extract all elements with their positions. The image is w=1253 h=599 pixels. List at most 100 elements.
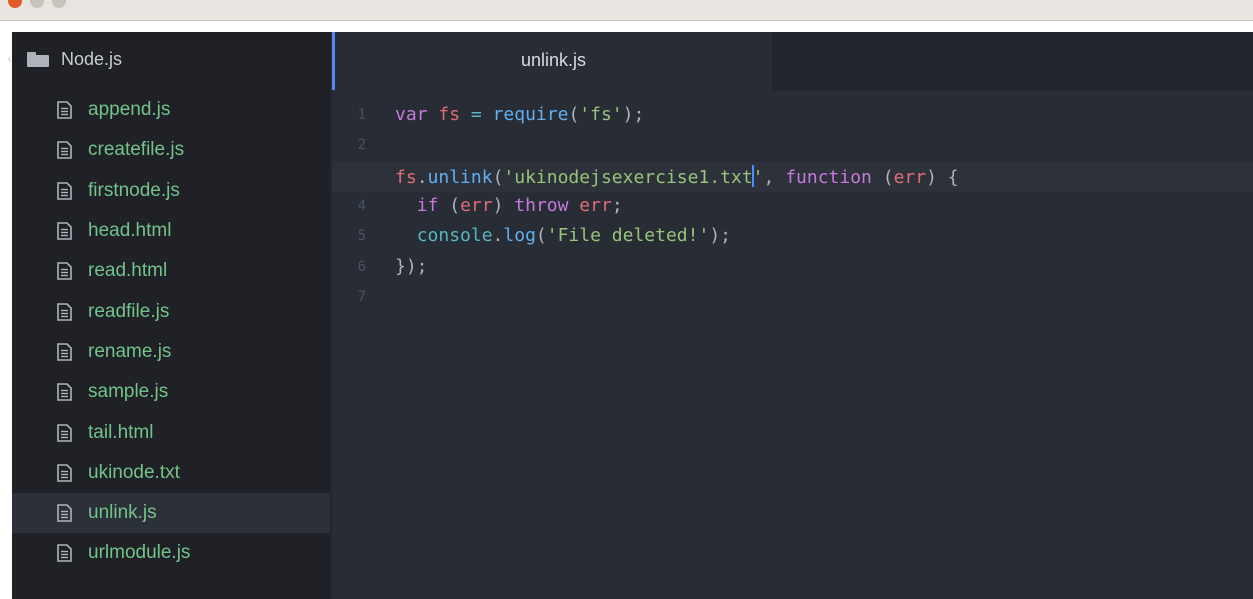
sidebar-file-item[interactable]: append.js [12, 90, 330, 130]
code-token: ( [438, 194, 461, 216]
code-line[interactable]: fs.unlink('ukinodejsexercise1.txt', func… [395, 164, 959, 188]
code-token: ' [752, 166, 764, 188]
file-label: firstnode.js [88, 179, 180, 201]
sidebar-file-item[interactable]: urlmodule.js [12, 533, 330, 573]
editor-pane: unlink.js 1234567 var fs = require('fs')… [332, 32, 1253, 599]
line-number: 7 [357, 288, 366, 305]
tab-bar: unlink.js [332, 32, 1253, 90]
line-number: 4 [357, 197, 366, 214]
sidebar-file-item[interactable]: rename.js [12, 332, 330, 372]
code-token: 'File deleted!' [546, 225, 710, 247]
file-text-icon [57, 544, 72, 563]
tree-view-sidebar: ‹ Node.js append.js createfile.js firstnod… [7, 32, 330, 599]
code-token: 'ukinodejsexercise1.txt [503, 166, 753, 188]
code-token: }); [395, 255, 428, 277]
file-label: tail.html [88, 421, 154, 443]
file-list: append.js createfile.js firstnode.js head.h… [12, 90, 330, 574]
file-label: rename.js [88, 340, 172, 362]
project-folder[interactable]: ‹ Node.js [7, 46, 330, 72]
minimize-window-button[interactable] [30, 0, 44, 8]
editor-app: ‹ Node.js append.js createfile.js firstnod… [7, 32, 1253, 599]
file-text-icon [57, 383, 72, 402]
file-text-icon [57, 504, 72, 522]
sidebar-file-item[interactable]: unlink.js [12, 492, 330, 534]
maximize-window-button[interactable] [52, 0, 66, 8]
code-token: . [416, 166, 428, 188]
file-text-icon [57, 343, 72, 361]
code-line[interactable]: console.log('File deleted!'); [395, 225, 731, 246]
sidebar-file-item[interactable]: ukinode.txt [12, 453, 330, 493]
code-token: ( [568, 104, 580, 125]
file-label: urlmodule.js [88, 542, 191, 564]
file-text-icon [57, 222, 72, 240]
chevron-down-icon[interactable]: ‹ [7, 52, 23, 66]
code-token: function [785, 166, 872, 188]
folder-icon [27, 51, 49, 67]
file-label: createfile.js [88, 139, 185, 161]
code-token: throw [514, 194, 569, 216]
code-token: fs [395, 166, 417, 188]
code-token: ( [492, 166, 504, 188]
file-text-icon [57, 464, 72, 482]
code-token: err [893, 166, 927, 188]
code-token: = [470, 104, 482, 125]
code-line[interactable]: if (err) throw err; [395, 195, 623, 216]
code-token: require [492, 104, 569, 125]
close-window-button[interactable] [8, 0, 22, 8]
code-token: console [416, 225, 493, 247]
file-text-icon [57, 101, 72, 119]
file-text-icon [57, 262, 72, 281]
code-token: , [763, 166, 786, 188]
sidebar-file-item[interactable]: createfile.js [12, 130, 330, 170]
code-token: 'fs' [579, 104, 623, 125]
code-token: unlink [427, 166, 493, 188]
tab-unlink-js[interactable]: unlink.js [332, 32, 772, 90]
code-token: ); [622, 104, 645, 125]
code-token: err [579, 194, 612, 216]
file-text-icon [57, 423, 72, 442]
window-titlebar [0, 0, 1253, 21]
code-token: ; [611, 194, 623, 216]
file-label: readfile.js [88, 300, 170, 322]
line-number: 5 [357, 228, 366, 245]
code-token: if [416, 194, 439, 216]
file-label: append.js [88, 99, 171, 121]
code-token: ); [709, 225, 731, 247]
code-token: err [460, 194, 493, 216]
sidebar-file-item[interactable]: tail.html [12, 412, 330, 452]
code-token: var [395, 104, 428, 125]
code-line[interactable]: }); [395, 256, 428, 277]
code-token: . [492, 225, 504, 247]
code-token: log [503, 225, 536, 247]
file-text-icon [57, 302, 72, 321]
project-folder-label: Node.js [61, 48, 123, 69]
file-label: head.html [88, 220, 172, 242]
code-token: fs [438, 104, 461, 125]
code-token: ) { [926, 166, 959, 188]
sidebar-file-item[interactable]: firstnode.js [12, 171, 330, 211]
sidebar-file-item[interactable]: readfile.js [12, 291, 330, 331]
file-label: ukinode.txt [88, 461, 180, 483]
code-token: ) [492, 194, 515, 216]
line-number: 2 [357, 137, 366, 154]
line-number: 1 [357, 107, 366, 123]
file-label: unlink.js [88, 502, 157, 524]
file-text-icon [57, 141, 72, 160]
file-label: read.html [88, 260, 168, 282]
file-label: sample.js [88, 381, 169, 403]
sidebar-file-item[interactable]: sample.js [12, 372, 330, 412]
code-token: ( [535, 225, 547, 247]
file-text-icon [57, 181, 72, 200]
line-number: 6 [357, 258, 366, 275]
code-line[interactable]: var fs = require('fs'); [395, 104, 644, 125]
code-token: ( [871, 166, 894, 188]
tab-label: unlink.js [520, 50, 587, 70]
sidebar-file-item[interactable]: head.html [12, 211, 330, 251]
sidebar-file-item[interactable]: read.html [12, 251, 330, 291]
